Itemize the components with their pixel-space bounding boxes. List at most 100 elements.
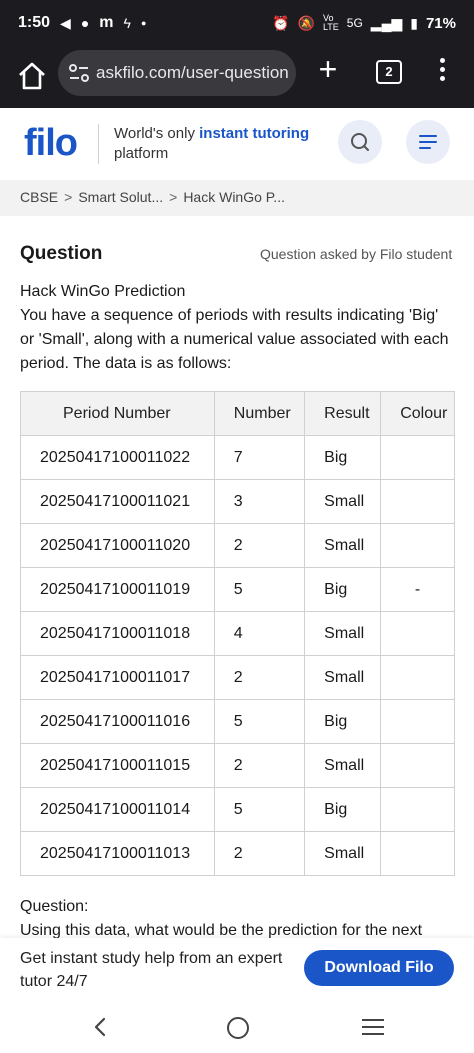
cell-colour <box>380 655 455 700</box>
cell-period: 20250417100011017 <box>20 655 215 700</box>
cell-colour <box>380 743 455 788</box>
filo-logo[interactable]: filo <box>24 122 78 165</box>
cell-result: Big <box>304 435 382 480</box>
site-header: filo World's only instant tutoring platf… <box>0 108 474 180</box>
table-row: 20250417100011019 5 Big - <box>20 567 455 612</box>
cell-result: Small <box>304 831 382 876</box>
cell-period: 20250417100011022 <box>20 435 215 480</box>
table-row: 20250417100011021 3 Small <box>20 479 455 524</box>
table-row: 20250417100011020 2 Small <box>20 523 455 568</box>
cell-colour <box>380 435 455 480</box>
banner-text: Get instant study help from an expert tu… <box>20 950 283 990</box>
question-text: You have a sequence of periods with resu… <box>20 307 449 372</box>
cell-result: Small <box>304 743 382 788</box>
bolt-icon: ϟ <box>123 15 131 31</box>
cell-number: 7 <box>213 435 306 480</box>
mute-icon: 🔕 <box>297 14 315 31</box>
signal-icon: ▂▄▆ <box>370 14 403 31</box>
url-text[interactable]: askfilo.com/user-question <box>96 63 292 83</box>
hamburger-line <box>419 141 437 143</box>
cell-period: 20250417100011018 <box>20 611 215 656</box>
tab-switcher-button[interactable]: 2 <box>376 60 402 84</box>
hamburger-menu-button[interactable] <box>406 120 450 164</box>
cell-result: Big <box>304 787 382 832</box>
breadcrumb-item-current[interactable]: Hack WinGo P... <box>183 189 285 205</box>
more-menu-icon[interactable] <box>436 58 448 86</box>
tagline-pre: World's only <box>114 125 200 142</box>
question-body: Hack WinGo Prediction You have a sequenc… <box>20 280 450 376</box>
column-header: Period Number <box>20 391 215 436</box>
followup-label: Question: <box>20 898 89 915</box>
cell-result: Big <box>304 699 382 744</box>
cell-colour <box>380 523 455 568</box>
cell-result: Small <box>304 611 382 656</box>
table-header-row: Period Number Number Result Colour <box>20 391 455 436</box>
cell-colour <box>380 699 455 744</box>
cell-result: Small <box>304 523 382 568</box>
cell-period: 20250417100011021 <box>20 479 215 524</box>
address-bar[interactable]: askfilo.com/user-question <box>58 50 296 96</box>
breadcrumb: CBSE > Smart Solut... > Hack WinGo P... <box>0 180 474 216</box>
download-filo-button[interactable]: Download Filo <box>304 950 454 986</box>
home-circle-icon[interactable] <box>227 1017 249 1039</box>
new-tab-button[interactable]: + <box>312 53 344 86</box>
cell-number: 2 <box>213 655 306 700</box>
location-icon: ● <box>80 15 90 31</box>
cell-period: 20250417100011016 <box>20 699 215 744</box>
cell-result: Small <box>304 479 382 524</box>
question-followup: Question: Using this data, what would be… <box>20 895 460 943</box>
data-table: Period Number Number Result Colour 20250… <box>20 391 455 876</box>
battery-percent: 71% <box>425 14 456 32</box>
dot-icon: ● <box>140 18 147 28</box>
table-row: 20250417100011015 2 Small <box>20 743 455 788</box>
hamburger-line <box>419 135 437 137</box>
volte-icon: Vo LTE <box>322 13 339 32</box>
question-meta: Question asked by Filo student <box>260 246 453 262</box>
cell-period: 20250417100011014 <box>20 787 215 832</box>
search-icon <box>351 133 369 151</box>
status-bar: 1:50 ◀ ● m ϟ ● ⏰ 🔕 Vo LTE 5G ▂▄▆ ▮ 71% <box>0 0 474 48</box>
data-table-scroll[interactable]: Period Number Number Result Colour 20250… <box>20 391 455 879</box>
cell-period: 20250417100011015 <box>20 743 215 788</box>
breadcrumb-item-smart-solutions[interactable]: Smart Solut... <box>78 189 163 205</box>
header-divider <box>98 124 99 164</box>
home-icon[interactable] <box>16 60 48 92</box>
tagline-post: platform <box>114 145 169 162</box>
download-banner: Get instant study help from an expert tu… <box>0 938 474 1001</box>
cell-colour <box>380 611 455 656</box>
column-header: Number <box>213 391 306 436</box>
recent-apps-icon[interactable] <box>362 1019 384 1040</box>
battery-icon: ▮ <box>410 14 418 31</box>
cell-number: 2 <box>213 743 306 788</box>
cell-period: 20250417100011020 <box>20 523 215 568</box>
cell-number: 2 <box>213 523 306 568</box>
table-row: 20250417100011022 7 Big <box>20 435 455 480</box>
table-row: 20250417100011017 2 Small <box>20 655 455 700</box>
site-settings-icon[interactable] <box>68 63 90 83</box>
cell-colour <box>380 831 455 876</box>
cell-period: 20250417100011019 <box>20 567 215 612</box>
system-nav-bar <box>0 1001 474 1053</box>
breadcrumb-item-cbse[interactable]: CBSE <box>20 189 58 205</box>
search-button[interactable] <box>338 120 382 164</box>
question-heading: Question <box>20 243 103 264</box>
cell-colour <box>380 479 455 524</box>
column-header: Result <box>304 391 382 436</box>
telegram-icon: ◀ <box>60 14 71 31</box>
table-row: 20250417100011014 5 Big <box>20 787 455 832</box>
cell-result: Small <box>304 655 382 700</box>
table-row: 20250417100011018 4 Small <box>20 611 455 656</box>
cell-number: 5 <box>213 787 306 832</box>
breadcrumb-separator: > <box>64 189 73 205</box>
table-row: 20250417100011016 5 Big <box>20 699 455 744</box>
hamburger-line <box>419 147 431 149</box>
network-label: 5G <box>346 16 363 30</box>
cell-result: Big <box>304 567 382 612</box>
cell-number: 5 <box>213 567 306 612</box>
cell-number: 4 <box>213 611 306 656</box>
tagline-highlight: instant tutoring <box>199 125 310 142</box>
cell-number: 3 <box>213 479 306 524</box>
back-icon[interactable] <box>90 1015 110 1039</box>
question-title: Hack WinGo Prediction <box>20 283 186 300</box>
cell-colour: - <box>380 567 455 612</box>
